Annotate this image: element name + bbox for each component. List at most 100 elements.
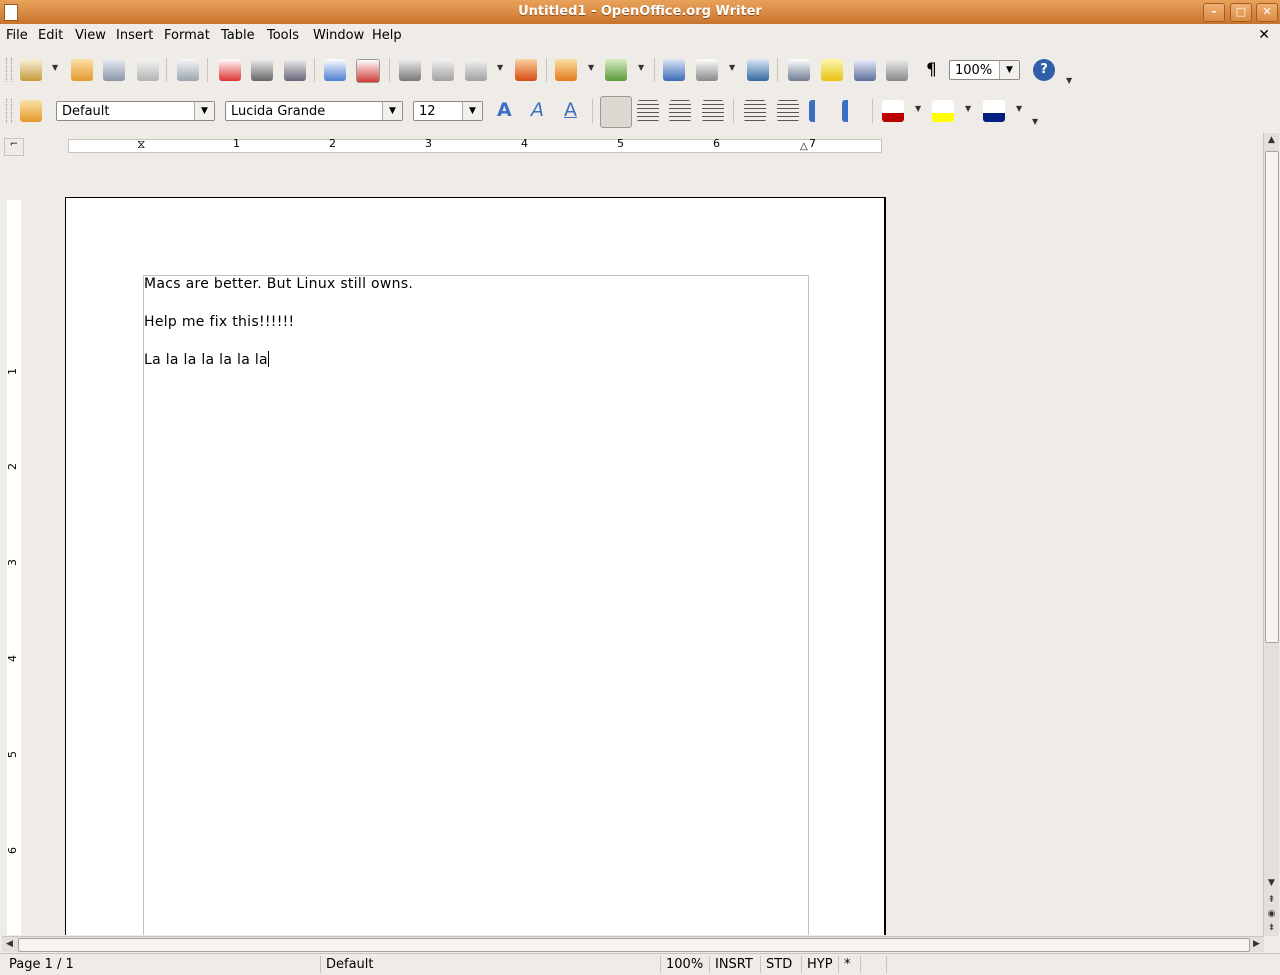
help-icon[interactable]: ? — [1033, 59, 1055, 81]
scroll-right-icon[interactable]: ▶ — [1249, 937, 1264, 952]
format-paintbrush-icon[interactable] — [515, 59, 537, 81]
page-style-indicator[interactable]: Default — [320, 956, 374, 973]
save-icon[interactable] — [103, 59, 125, 81]
maximize-button[interactable]: □ — [1230, 3, 1252, 22]
navigation-icon[interactable]: ◉ — [1264, 907, 1279, 922]
nonprinting-chars-icon[interactable]: ¶ — [926, 60, 937, 80]
paragraph[interactable]: Help me fix this!!!!!! — [144, 314, 294, 330]
justify-icon[interactable] — [702, 100, 724, 122]
font-size-select[interactable]: 12 ▼ — [413, 101, 483, 121]
paste-icon[interactable] — [465, 59, 487, 81]
align-right-icon[interactable] — [669, 100, 691, 122]
signature-field[interactable] — [860, 956, 886, 973]
italic-button[interactable]: A — [531, 99, 544, 121]
left-indent-marker[interactable]: ⧖ — [137, 137, 145, 152]
menu-view[interactable]: View — [75, 28, 106, 43]
menu-edit[interactable]: Edit — [38, 28, 63, 43]
email-icon[interactable] — [137, 59, 159, 81]
toolbar-overflow-icon[interactable]: ▼ — [1066, 76, 1072, 85]
horizontal-scrollbar[interactable]: ◀ ▶ — [2, 936, 1264, 952]
chevron-down-icon: ▼ — [194, 102, 214, 120]
align-center-icon[interactable] — [637, 100, 659, 122]
menu-file[interactable]: File — [6, 28, 28, 43]
decrease-indent-icon[interactable] — [809, 100, 831, 122]
print-preview-icon[interactable] — [284, 59, 306, 81]
underline-button[interactable]: A — [564, 99, 577, 121]
undo-dropdown-icon[interactable]: ▼ — [588, 63, 594, 72]
print-icon[interactable] — [251, 59, 273, 81]
bold-button[interactable]: A — [497, 99, 512, 121]
bullets-icon[interactable] — [777, 100, 799, 122]
background-color-dropdown-icon[interactable]: ▼ — [1016, 104, 1022, 113]
menu-help[interactable]: Help — [372, 28, 402, 43]
font-name-select[interactable]: Lucida Grande ▼ — [225, 101, 403, 121]
zoom-indicator[interactable]: 100% — [660, 956, 703, 973]
zoom-select[interactable]: 100% ▼ — [949, 60, 1020, 80]
toolbar-grip[interactable] — [6, 99, 12, 123]
close-document-button[interactable]: ✕ — [1258, 27, 1270, 43]
redo-dropdown-icon[interactable]: ▼ — [638, 63, 644, 72]
hyphenation-indicator[interactable]: HYP — [801, 956, 833, 973]
document-page[interactable]: Macs are better. But Linux still owns. H… — [65, 197, 886, 935]
menu-table[interactable]: Table — [221, 28, 255, 43]
paragraph[interactable]: Macs are better. But Linux still owns. — [144, 276, 413, 292]
copy-icon[interactable] — [432, 59, 454, 81]
insert-mode-indicator[interactable]: INSRT — [709, 956, 753, 973]
increase-indent-icon[interactable] — [842, 100, 864, 122]
edit-file-icon[interactable] — [177, 59, 199, 81]
find-replace-icon[interactable] — [788, 59, 810, 81]
scroll-left-icon[interactable]: ◀ — [2, 937, 17, 952]
toolbar-overflow-icon[interactable]: ▼ — [1032, 117, 1038, 126]
right-indent-marker[interactable]: △ — [800, 141, 808, 152]
autospellcheck-icon[interactable] — [356, 59, 380, 83]
new-document-icon[interactable] — [20, 59, 42, 81]
next-page-icon[interactable]: ⇟ — [1264, 921, 1279, 936]
toolbar-grip[interactable] — [6, 58, 12, 82]
previous-page-icon[interactable]: ⇞ — [1264, 893, 1279, 908]
vertical-ruler[interactable]: 1 2 3 4 5 6 — [4, 160, 24, 935]
scroll-down-icon[interactable]: ▼ — [1264, 876, 1279, 891]
menu-tools[interactable]: Tools — [267, 28, 299, 43]
new-dropdown-icon[interactable]: ▼ — [52, 63, 58, 72]
navigator-toggle-icon[interactable] — [886, 59, 908, 81]
paste-dropdown-icon[interactable]: ▼ — [497, 63, 503, 72]
highlighting-icon[interactable] — [932, 100, 954, 122]
export-pdf-icon[interactable] — [219, 59, 241, 81]
open-icon[interactable] — [71, 59, 93, 81]
selection-mode-indicator[interactable]: STD — [760, 956, 792, 973]
close-button[interactable]: ✕ — [1256, 3, 1278, 22]
menu-insert[interactable]: Insert — [116, 28, 153, 43]
document-workspace[interactable]: Macs are better. But Linux still owns. H… — [28, 160, 1263, 935]
table-dropdown-icon[interactable]: ▼ — [729, 63, 735, 72]
draw-functions-icon[interactable] — [747, 59, 769, 81]
undo-icon[interactable] — [555, 59, 577, 81]
minimize-button[interactable]: – — [1203, 3, 1225, 22]
data-sources-icon[interactable] — [854, 59, 876, 81]
tab-type-button[interactable]: ⌐ — [4, 138, 24, 156]
numbering-icon[interactable] — [744, 100, 766, 122]
font-color-icon[interactable] — [882, 100, 904, 122]
highlighting-dropdown-icon[interactable]: ▼ — [965, 104, 971, 113]
horizontal-scroll-thumb[interactable] — [18, 938, 1250, 952]
styles-formatting-icon[interactable] — [20, 100, 42, 122]
table-icon[interactable] — [696, 59, 718, 81]
redo-icon[interactable] — [605, 59, 627, 81]
menu-format[interactable]: Format — [164, 28, 210, 43]
page-indicator[interactable]: Page 1 / 1 — [4, 956, 74, 973]
paragraph[interactable]: La la la la la la la — [144, 351, 269, 368]
paragraph-style-select[interactable]: Default ▼ — [56, 101, 215, 121]
horizontal-ruler[interactable]: 1 2 3 4 5 6 7 ⧖ △ — [28, 135, 1264, 157]
menu-window[interactable]: Window — [313, 28, 364, 43]
vertical-scrollbar[interactable]: ▲ ▼ ⇞ ◉ ⇟ — [1263, 133, 1279, 936]
font-color-dropdown-icon[interactable]: ▼ — [915, 104, 921, 113]
align-left-icon[interactable] — [600, 96, 632, 128]
navigator-icon[interactable] — [663, 59, 685, 81]
background-color-icon[interactable] — [983, 100, 1005, 122]
menu-bar: File Edit View Insert Format Table Tools… — [0, 24, 1280, 48]
gallery-icon[interactable] — [821, 59, 843, 81]
text-area[interactable]: Macs are better. But Linux still owns. H… — [143, 275, 809, 935]
scroll-up-icon[interactable]: ▲ — [1264, 133, 1279, 148]
vertical-scroll-thumb[interactable] — [1265, 151, 1279, 643]
cut-icon[interactable] — [399, 59, 421, 81]
spellcheck-icon[interactable] — [324, 59, 346, 81]
